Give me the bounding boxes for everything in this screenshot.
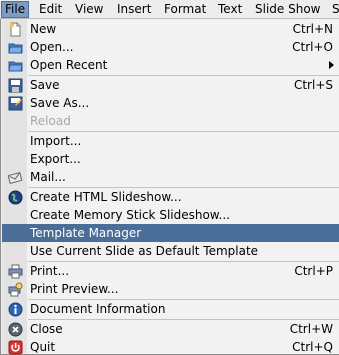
close-icon	[8, 322, 23, 337]
menu-more[interactable]: S	[329, 1, 339, 18]
menu-item-print-preview[interactable]: Print Preview...	[2, 280, 339, 298]
menu-item-label: Use Current Slide as Default Template	[30, 244, 259, 258]
menu-item-reload[interactable]: Reload	[2, 112, 339, 130]
menu-item-create-html-slideshow[interactable]: Create HTML Slideshow...	[2, 188, 339, 206]
shortcut-label: Ctrl+P	[294, 264, 333, 278]
globe-icon	[8, 190, 23, 205]
menu-item-label: Template Manager	[30, 226, 142, 240]
menu-item-save[interactable]: Save Ctrl+S	[2, 76, 339, 94]
menu-item-template-manager[interactable]: Template Manager	[2, 224, 339, 242]
menu-item-print[interactable]: Print... Ctrl+P	[2, 262, 339, 280]
menu-item-save-as[interactable]: Save As...	[2, 94, 339, 112]
menu-item-label: Export...	[30, 152, 81, 166]
menu-item-label: Save As...	[30, 96, 90, 110]
printer-icon	[8, 264, 23, 279]
menu-item-open-recent[interactable]: Open Recent	[2, 56, 339, 74]
shortcut-label: Ctrl+O	[292, 40, 333, 54]
menu-item-mail[interactable]: Mail...	[2, 168, 339, 186]
open-recent-icon	[8, 58, 23, 73]
info-icon	[8, 302, 23, 317]
open-folder-icon	[8, 40, 23, 55]
menu-item-label: Open Recent	[30, 58, 108, 72]
new-document-icon	[8, 22, 23, 37]
menu-item-label: Print...	[30, 264, 70, 278]
menu-item-new[interactable]: New Ctrl+N	[2, 20, 339, 38]
menu-item-label: New	[30, 22, 57, 36]
file-menu: New Ctrl+N Open... Ctrl+O Open Recent Sa…	[0, 19, 339, 355]
menu-insert[interactable]: Insert	[114, 1, 154, 18]
menu-item-label: Create HTML Slideshow...	[30, 190, 182, 204]
submenu-arrow-icon	[329, 61, 334, 69]
menu-text[interactable]: Text	[215, 1, 245, 18]
menu-item-label: Print Preview...	[30, 282, 119, 296]
shortcut-label: Ctrl+N	[292, 22, 333, 36]
menu-item-close[interactable]: Close Ctrl+W	[2, 320, 339, 338]
menu-item-label: Create Memory Stick Slideshow...	[30, 208, 230, 222]
save-icon	[8, 78, 23, 93]
menu-item-label: Document Information	[30, 302, 166, 316]
menu-format[interactable]: Format	[161, 1, 209, 18]
menu-item-import[interactable]: Import...	[2, 132, 339, 150]
shortcut-label: Ctrl+S	[293, 78, 333, 92]
shortcut-label: Ctrl+W	[289, 322, 333, 336]
menu-item-label: Quit	[30, 340, 56, 354]
menu-item-export[interactable]: Export...	[2, 150, 339, 168]
menu-item-label: Import...	[30, 134, 82, 148]
print-preview-icon	[8, 282, 23, 297]
mail-icon	[7, 170, 23, 185]
menu-item-create-memory-stick-slideshow[interactable]: Create Memory Stick Slideshow...	[2, 206, 339, 224]
menu-item-label: Reload	[30, 114, 71, 128]
menu-edit[interactable]: Edit	[36, 1, 65, 18]
menu-item-quit[interactable]: Quit Ctrl+Q	[2, 338, 339, 355]
menu-item-label: Save	[30, 78, 60, 92]
menu-slide-show[interactable]: Slide Show	[252, 1, 323, 18]
menu-view[interactable]: View	[72, 1, 106, 18]
menu-item-label: Open...	[30, 40, 74, 54]
shortcut-label: Ctrl+Q	[292, 340, 333, 354]
menu-item-document-information[interactable]: Document Information	[2, 300, 339, 318]
menu-item-open[interactable]: Open... Ctrl+O	[2, 38, 339, 56]
menu-item-use-current-slide-as-default-template[interactable]: Use Current Slide as Default Template	[2, 242, 339, 260]
save-as-icon	[8, 96, 23, 111]
menu-item-label: Close	[30, 322, 63, 336]
quit-icon	[8, 340, 23, 355]
menu-item-label: Mail...	[30, 170, 66, 184]
menu-file[interactable]: File	[1, 1, 30, 18]
menu-bar: File Edit View Insert Format Text Slide …	[0, 0, 339, 19]
